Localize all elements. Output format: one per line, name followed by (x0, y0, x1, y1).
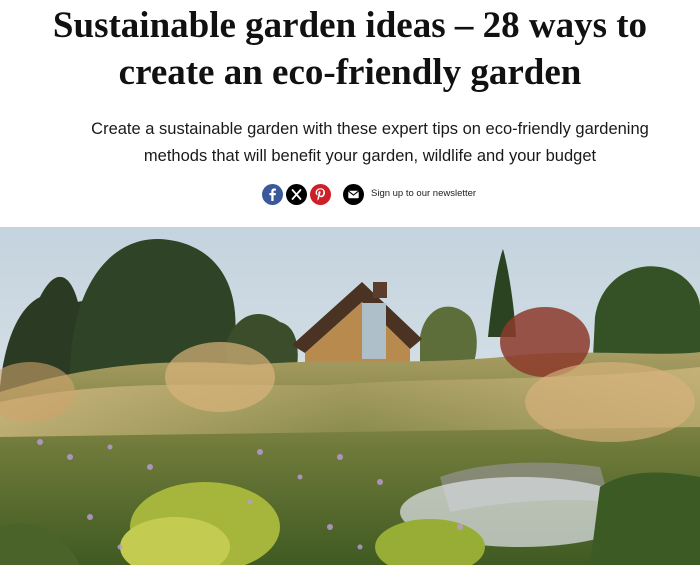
article-title-line-1: Sustainable garden ideas – 28 ways to (52, 5, 648, 46)
facebook-icon (269, 188, 276, 201)
article-subtitle: Create a sustainable garden with these e… (40, 116, 700, 170)
garden-photo (0, 227, 700, 565)
article-subtitle-line-1: Create a sustainable garden with these e… (91, 120, 649, 138)
article-title-line-2: create an eco-friendly garden (118, 52, 582, 93)
pinterest-icon (315, 188, 325, 201)
pinterest-share-button[interactable] (310, 184, 331, 205)
mail-icon (348, 190, 359, 199)
share-bar: Sign up to our newsletter (0, 184, 700, 206)
x-share-button[interactable] (286, 184, 307, 205)
facebook-share-button[interactable] (262, 184, 283, 205)
hero-image (0, 227, 700, 565)
newsletter-button[interactable] (343, 184, 364, 205)
x-icon (291, 189, 302, 200)
newsletter-link[interactable]: Sign up to our newsletter (371, 188, 476, 199)
article-title: Sustainable garden ideas – 28 ways to cr… (0, 2, 700, 96)
article-subtitle-line-2: methods that will benefit your garden, w… (143, 147, 597, 165)
